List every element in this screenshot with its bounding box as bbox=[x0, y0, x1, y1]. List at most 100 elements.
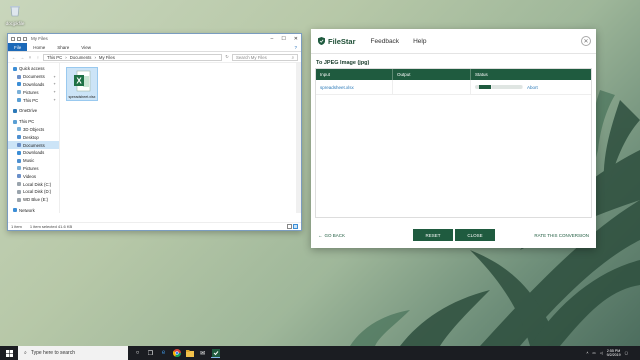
sidebar-item-label: This PC bbox=[19, 119, 35, 125]
pin-icon[interactable]: ✦ bbox=[53, 75, 56, 79]
window-title: My Files bbox=[31, 36, 48, 41]
sidebar-item-label: WD Blue (E:) bbox=[23, 197, 49, 203]
sidebar-item[interactable]: Local Disk (D:) bbox=[8, 188, 59, 196]
go-back-button[interactable]: ← GO BACK bbox=[318, 233, 345, 238]
cortana-icon[interactable]: ○ bbox=[133, 349, 142, 358]
tab-share[interactable]: Share bbox=[51, 43, 75, 51]
sidebar-item[interactable]: Videos bbox=[8, 172, 59, 180]
start-button[interactable] bbox=[0, 346, 18, 360]
sidebar-item-label: Desktop bbox=[23, 134, 39, 140]
desktop-icon-recycle-bin[interactable]: docjpkfile bbox=[4, 4, 26, 26]
sidebar-item[interactable]: This PC bbox=[8, 118, 59, 126]
sidebar-item[interactable]: WD Blue (E:) bbox=[8, 196, 59, 204]
tab-file[interactable]: File bbox=[8, 43, 28, 51]
sidebar-item[interactable]: OneDrive bbox=[8, 107, 59, 115]
progress-fill bbox=[479, 85, 492, 89]
nav-help[interactable]: Help bbox=[413, 38, 426, 45]
tab-view[interactable]: View bbox=[75, 43, 97, 51]
mail-icon[interactable]: ✉ bbox=[198, 349, 207, 358]
file-explorer-window[interactable]: My Files – ☐ ✕ File Home Share View ? ← … bbox=[7, 33, 302, 231]
sidebar-item[interactable]: This PC ✦ bbox=[8, 96, 59, 104]
go-back-label: GO BACK bbox=[324, 232, 346, 238]
maximize-button[interactable]: ☐ bbox=[281, 36, 285, 42]
close-icon[interactable]: ✕ bbox=[581, 36, 591, 46]
file-name: spreadsheet.xlsx bbox=[68, 95, 96, 99]
item-count: 1 item bbox=[11, 224, 22, 229]
recent-locations-icon[interactable]: ˅ bbox=[27, 55, 33, 60]
file-explorer-icon[interactable] bbox=[185, 349, 194, 358]
pin-icon[interactable]: ✦ bbox=[53, 90, 56, 94]
quick-access-toolbar[interactable] bbox=[11, 36, 27, 41]
task-view-icon[interactable]: ❐ bbox=[146, 349, 155, 358]
breadcrumb-item[interactable]: Documents bbox=[70, 55, 92, 60]
folder-icon bbox=[17, 135, 21, 140]
volume-icon[interactable]: ◁ bbox=[600, 351, 603, 355]
close-button[interactable]: CLOSE bbox=[455, 229, 495, 241]
sidebar-item[interactable]: Documents ✦ bbox=[8, 73, 59, 81]
pin-icon[interactable]: ✦ bbox=[53, 82, 56, 86]
minimize-button[interactable]: – bbox=[271, 36, 274, 42]
rate-conversion-link[interactable]: RATE THIS CONVERSION bbox=[534, 233, 589, 238]
large-icons-view-icon[interactable] bbox=[293, 224, 298, 229]
dialog-footer: ← GO BACK RESET CLOSE RATE THIS CONVERSI… bbox=[311, 222, 596, 248]
forward-arrow-icon[interactable]: → bbox=[19, 55, 25, 60]
help-icon[interactable]: ? bbox=[294, 43, 301, 51]
search-placeholder: Type here to search bbox=[30, 350, 76, 356]
sidebar-item-label: Music bbox=[23, 158, 35, 164]
sidebar-item[interactable]: Downloads bbox=[8, 149, 59, 157]
clock[interactable]: 2:55 PM 9/2/2019 bbox=[607, 349, 621, 358]
column-header-output: Output bbox=[393, 69, 471, 80]
reset-button[interactable]: RESET bbox=[413, 229, 453, 241]
sidebar-item[interactable]: Pictures bbox=[8, 165, 59, 173]
back-arrow-icon[interactable]: ← bbox=[11, 55, 17, 60]
address-bar-row: ← → ˅ ↑ This PC › Documents › My Files ↻… bbox=[8, 52, 301, 63]
sidebar-item[interactable]: 3D Objects bbox=[8, 126, 59, 134]
sidebar-item[interactable]: Network bbox=[8, 207, 59, 215]
folder-icon bbox=[17, 90, 21, 95]
folder-icon bbox=[17, 82, 21, 87]
scrollbar[interactable] bbox=[296, 63, 301, 213]
sidebar-item[interactable]: Quick access bbox=[8, 65, 59, 73]
up-arrow-icon[interactable]: ↑ bbox=[35, 55, 41, 60]
folder-icon bbox=[17, 182, 21, 187]
explorer-title-bar[interactable]: My Files – ☐ ✕ bbox=[8, 34, 301, 43]
system-tray: ˄ ▭ ◁ 2:55 PM 9/2/2019 ▢ bbox=[586, 349, 640, 358]
refresh-icon[interactable]: ↻ bbox=[224, 54, 230, 60]
filestar-dialog[interactable]: FileStar Feedback Help ✕ To JPEG Image (… bbox=[311, 29, 596, 248]
abort-link[interactable]: Abort bbox=[527, 85, 538, 90]
sidebar-item[interactable]: Downloads ✦ bbox=[8, 81, 59, 89]
breadcrumb[interactable]: This PC › Documents › My Files bbox=[43, 53, 222, 61]
status-bar: 1 item 1 item selected 41.6 KB bbox=[8, 222, 301, 230]
nav-feedback[interactable]: Feedback bbox=[371, 38, 400, 45]
taskbar-search-input[interactable]: ⌕ Type here to search bbox=[18, 346, 128, 360]
sidebar-item[interactable]: Documents bbox=[8, 141, 59, 149]
sidebar-item[interactable]: Local Disk (C:) bbox=[8, 180, 59, 188]
input-file-name[interactable]: spreadsheet.xlsx bbox=[320, 85, 354, 90]
file-list-pane[interactable]: X spreadsheet.xlsx bbox=[60, 63, 301, 213]
pin-icon[interactable]: ✦ bbox=[53, 98, 56, 102]
clock-date: 9/2/2019 bbox=[606, 353, 621, 357]
notifications-icon[interactable]: ▢ bbox=[625, 351, 628, 355]
close-button[interactable]: ✕ bbox=[294, 36, 298, 42]
chrome-icon[interactable] bbox=[172, 349, 181, 358]
tab-home[interactable]: Home bbox=[27, 43, 51, 51]
edge-icon[interactable]: e bbox=[159, 349, 168, 358]
network-icon[interactable]: ▭ bbox=[592, 351, 595, 355]
search-input[interactable]: Search My Files ⌕ bbox=[232, 53, 298, 61]
breadcrumb-item[interactable]: My Files bbox=[99, 55, 115, 60]
svg-text:X: X bbox=[76, 77, 82, 86]
file-item[interactable]: X spreadsheet.xlsx bbox=[66, 67, 98, 101]
chevron-up-icon[interactable]: ˄ bbox=[586, 351, 588, 355]
folder-icon bbox=[13, 119, 17, 124]
folder-icon bbox=[17, 166, 21, 171]
sidebar-item[interactable]: Desktop bbox=[8, 133, 59, 141]
sidebar-item[interactable]: Pictures ✦ bbox=[8, 88, 59, 96]
navigation-pane[interactable]: Quick access Documents ✦ Downloads ✦ Pictures… bbox=[8, 63, 60, 213]
breadcrumb-item[interactable]: This PC bbox=[47, 55, 62, 60]
search-placeholder: Search My Files bbox=[236, 54, 267, 60]
sidebar-item[interactable]: Music bbox=[8, 157, 59, 165]
sidebar-item-label: Network bbox=[19, 207, 35, 213]
filestar-taskbar-icon[interactable] bbox=[211, 348, 220, 358]
details-view-icon[interactable] bbox=[287, 224, 292, 229]
folder-icon bbox=[17, 127, 21, 132]
